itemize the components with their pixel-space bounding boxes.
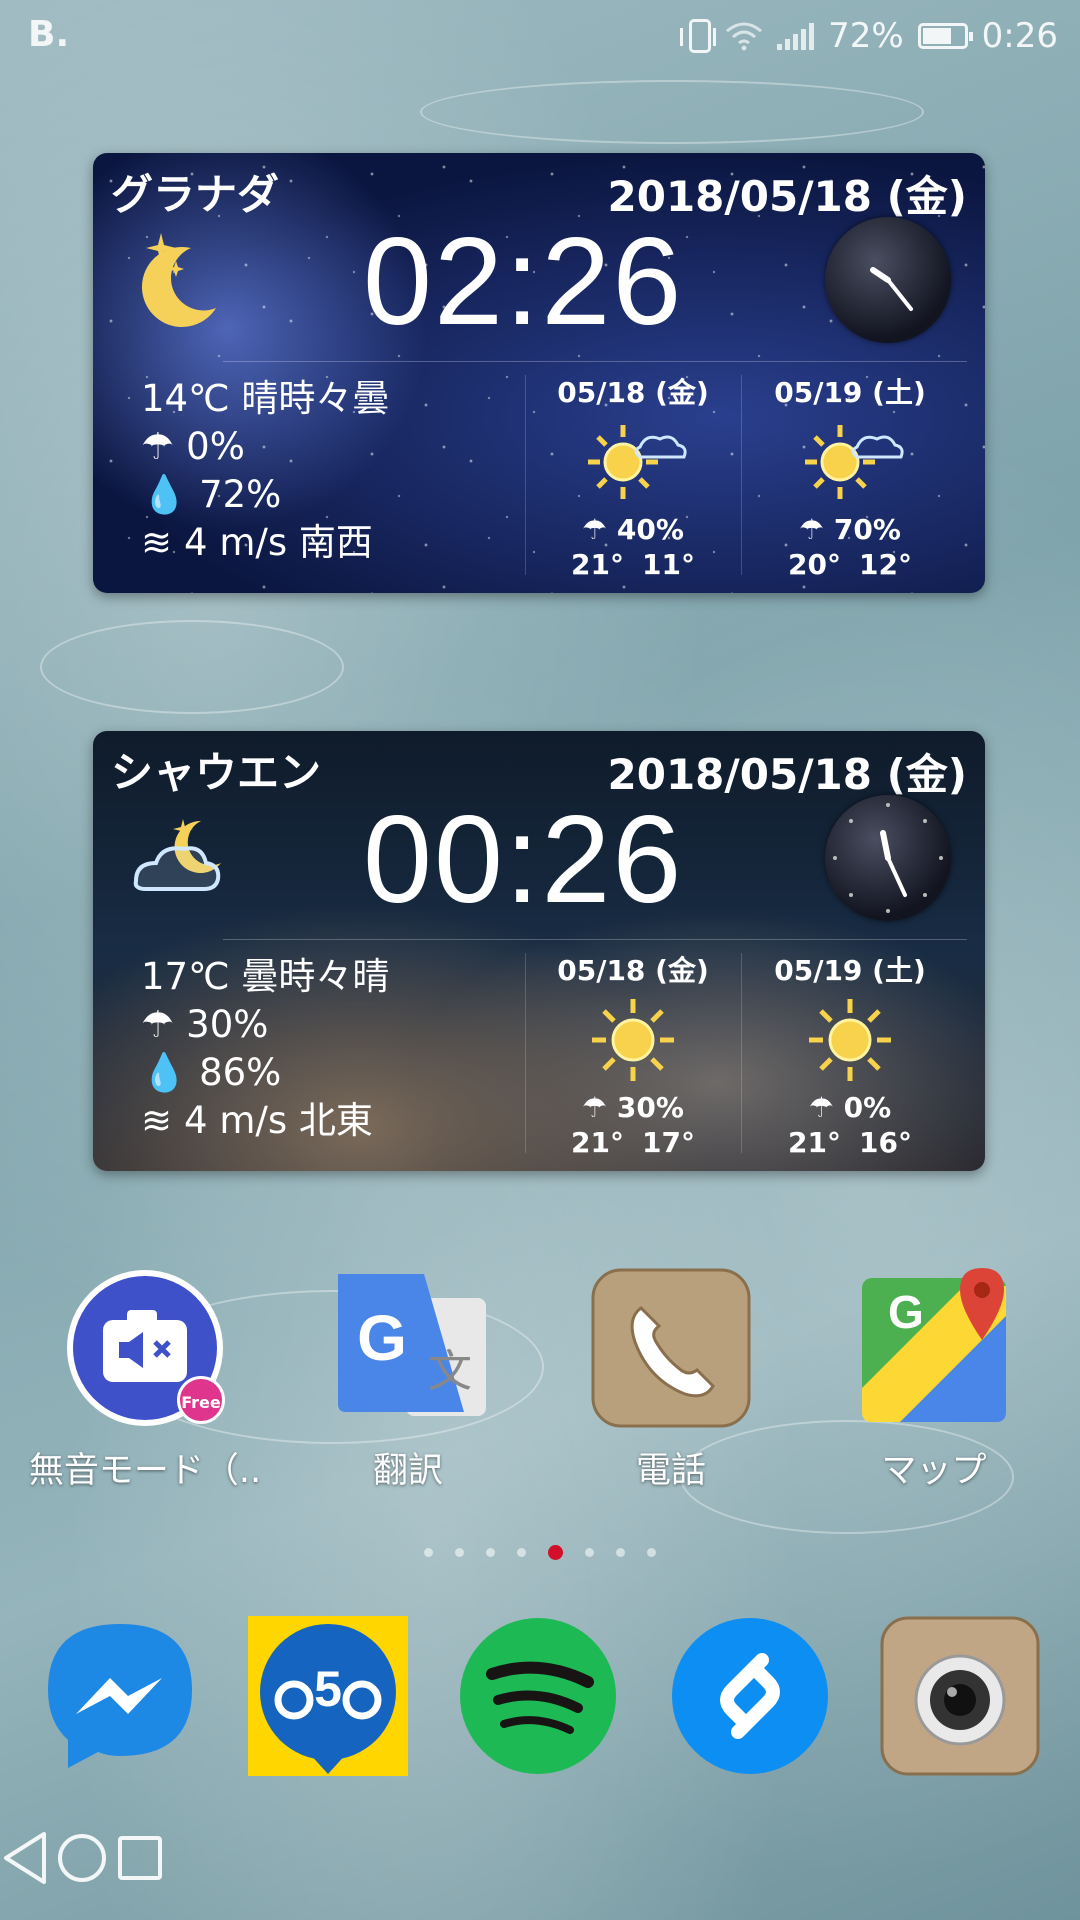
free-badge: Free: [177, 1376, 225, 1424]
temp-condition: 17℃ 曇時々晴: [141, 955, 390, 998]
widget-city: グラナダ: [111, 170, 280, 219]
forecast-low: 12°: [859, 548, 912, 581]
recents-icon[interactable]: [114, 1830, 164, 1886]
wifi-icon: [726, 22, 763, 51]
forecast-high: 20°: [788, 548, 841, 581]
spotify-icon[interactable]: [458, 1616, 618, 1776]
app-translate[interactable]: G 文 翻訳: [288, 1268, 528, 1493]
app-phone[interactable]: 電話: [551, 1268, 791, 1493]
app-label: 電話: [635, 1451, 706, 1491]
forecast-rain: 30%: [616, 1091, 684, 1124]
phone-icon: [591, 1268, 751, 1428]
page-indicator: [0, 1545, 1080, 1560]
app-label: マップ: [881, 1451, 987, 1491]
forecast-day-2: 05/19 (土) ☂ 0% 21° 16°: [760, 949, 940, 1159]
umbrella-icon: ☂: [582, 1091, 617, 1124]
forecast-high: 21°: [571, 1126, 624, 1159]
back-icon[interactable]: [0, 1830, 50, 1886]
app-silent-mode[interactable]: Free 無音モード（..: [25, 1268, 265, 1493]
sun-cloud-icon: [588, 425, 687, 499]
wallpaper-ripple: [40, 620, 344, 714]
widget-clock-digital: 02:26: [363, 213, 684, 351]
app-label: 翻訳: [372, 1451, 443, 1491]
google-maps-icon: G: [854, 1268, 1014, 1428]
forecast-low: 17°: [642, 1126, 695, 1159]
shazam-icon[interactable]: [670, 1616, 830, 1776]
sun-icon: [592, 999, 674, 1081]
forecast-date: 05/18 (金): [557, 376, 709, 409]
humidity-drop-icon: 💧: [141, 1051, 188, 1094]
messenger-icon[interactable]: [40, 1616, 200, 1776]
wind-icon: ≋: [141, 1099, 173, 1142]
forecast-high: 21°: [788, 1126, 841, 1159]
page-dot[interactable]: [486, 1548, 495, 1557]
humidity: 86%: [199, 1051, 282, 1094]
forecast-low: 11°: [642, 548, 695, 581]
humidity-drop-icon: 💧: [141, 473, 188, 516]
widget-city: シャウエン: [111, 748, 322, 797]
notification-app-badge: B.: [28, 14, 70, 55]
forecast-rain: 40%: [616, 513, 684, 546]
page-dot[interactable]: [585, 1548, 594, 1557]
svg-text:G: G: [357, 1302, 407, 1374]
page-dot-active[interactable]: [548, 1545, 563, 1560]
umbrella-icon: ☂: [799, 513, 834, 546]
analog-clock-icon: [825, 795, 951, 921]
forecast-day-1: 05/18 (金) ☂ 40% 21° 11°: [543, 371, 723, 581]
current-conditions: 14℃ 晴時々曇 ☂ 0% 💧 72% ≋ 4 m/s 南西: [141, 375, 389, 567]
battery-percent: 72%: [828, 16, 904, 56]
page-dot[interactable]: [647, 1548, 656, 1557]
svg-text:文: 文: [428, 1346, 472, 1397]
forecast-low: 16°: [859, 1126, 912, 1159]
google-translate-icon: G 文: [328, 1268, 488, 1428]
humidity: 72%: [199, 473, 282, 516]
home-icon[interactable]: [55, 1830, 109, 1886]
forecast-day-2: 05/19 (土) ☂ 70% 20° 12°: [760, 371, 940, 581]
forecast-date: 05/18 (金): [557, 954, 709, 987]
signal-icon: [777, 22, 815, 50]
weather-widget-granada[interactable]: グラナダ 2018/05/18 (金) 02:26 14℃ 晴時々曇 ☂ 0% 💧…: [93, 153, 985, 593]
forecast-rain: 0%: [843, 1091, 892, 1124]
forecast-day-1: 05/18 (金) ☂ 30% 21° 17°: [543, 949, 723, 1159]
page-dot[interactable]: [517, 1548, 526, 1557]
sun-cloud-icon: [805, 425, 904, 499]
umbrella-icon: ☂: [141, 1003, 175, 1046]
sun-icon: [809, 999, 891, 1081]
wind-icon: ≋: [141, 521, 173, 564]
umbrella-icon: ☂: [808, 1091, 844, 1124]
moon-stars-icon: [141, 233, 216, 327]
cloud-moon-icon: [133, 819, 221, 891]
wind: 4 m/s 南西: [184, 521, 373, 564]
battery-icon: [917, 23, 973, 49]
camera-icon[interactable]: [880, 1616, 1040, 1776]
app-maps[interactable]: G マップ: [814, 1268, 1054, 1493]
forecast-date: 05/19 (土): [774, 376, 926, 409]
current-conditions: 17℃ 曇時々晴 ☂ 30% 💧 86% ≋ 4 m/s 北東: [141, 953, 389, 1145]
wind: 4 m/s 北東: [184, 1099, 373, 1142]
vibrate-icon: [680, 19, 717, 53]
umbrella-icon: ☂: [582, 513, 617, 546]
svg-text:G: G: [888, 1286, 924, 1338]
rain-chance: 30%: [186, 1003, 269, 1046]
forecast-rain: 70%: [833, 513, 901, 546]
widget-clock-digital: 00:26: [363, 791, 684, 929]
wallpaper-ripple: [420, 80, 924, 144]
app-label: 無音モード（..: [28, 1451, 262, 1491]
forecast-date: 05/19 (土): [774, 954, 926, 987]
page-dot[interactable]: [616, 1548, 625, 1557]
weather-widget-chefchaouen[interactable]: シャウエン 2018/05/18 (金) 00:26 17℃ 曇時々晴 ☂ 30%…: [93, 731, 985, 1171]
analog-clock-icon: [825, 217, 951, 343]
temp-condition: 14℃ 晴時々曇: [141, 377, 390, 420]
svg-text:5: 5: [314, 1661, 342, 1717]
page-dot[interactable]: [424, 1548, 433, 1557]
status-time: 0:26: [981, 16, 1058, 56]
umbrella-icon: ☂: [141, 425, 175, 468]
navigation-bar: [0, 1830, 1080, 1900]
o5o-icon[interactable]: 5: [248, 1616, 408, 1776]
status-bar: B. 72% 0:26: [0, 0, 1080, 76]
forecast-high: 21°: [571, 548, 624, 581]
page-dot[interactable]: [455, 1548, 464, 1557]
rain-chance: 0%: [186, 425, 245, 468]
silent-camera-icon: Free: [65, 1268, 225, 1428]
